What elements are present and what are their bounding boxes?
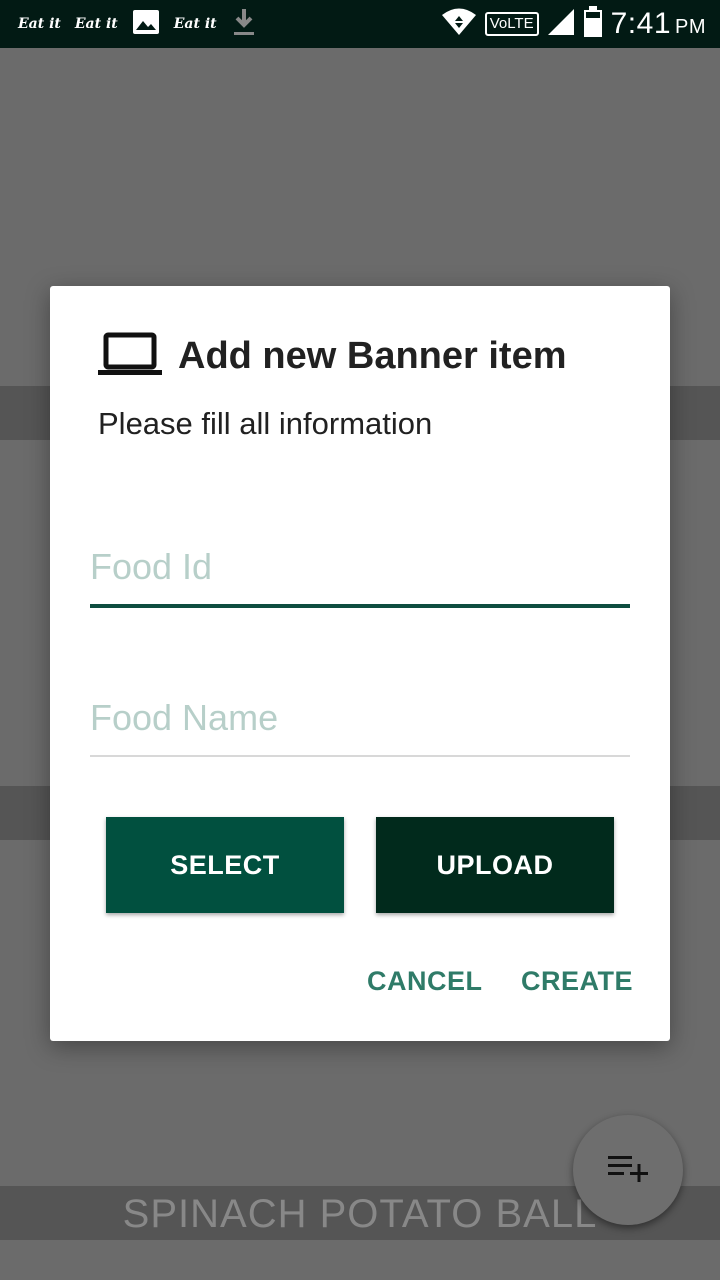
signal-icon: [547, 8, 575, 41]
download-icon: [231, 7, 257, 42]
playlist-add-icon: [606, 1152, 650, 1189]
eatit-notification-icon: Eat it: [173, 16, 217, 32]
clock: 7:41 PM: [611, 7, 706, 41]
system-icons: VoLTE 7:41 PM: [441, 0, 706, 48]
cancel-button[interactable]: CANCEL: [367, 966, 483, 997]
battery-icon: [583, 5, 603, 43]
clock-time: 7:41: [610, 7, 671, 40]
eatit-notification-icon: Eat it: [18, 16, 61, 32]
food-name-field: [90, 693, 630, 757]
status-bar: Eat it Eat it Eat it VoLTE 7:41 PM: [0, 0, 720, 48]
laptop-icon: [98, 332, 162, 381]
food-name-underline: [90, 755, 630, 757]
create-button[interactable]: CREATE: [521, 966, 633, 997]
eatit-notification-icon: Eat it: [74, 16, 118, 32]
dialog-title: Add new Banner item: [178, 335, 567, 377]
food-id-input[interactable]: [90, 542, 630, 592]
add-banner-dialog: Add new Banner item Please fill all info…: [50, 286, 670, 1041]
clock-ampm: PM: [675, 16, 706, 38]
select-button[interactable]: SELECT: [106, 817, 344, 913]
notification-icons: Eat it Eat it Eat it: [18, 0, 257, 48]
add-banner-fab[interactable]: [573, 1115, 683, 1225]
image-icon: [132, 9, 160, 40]
food-id-underline: [90, 604, 630, 608]
dialog-header: Add new Banner item: [98, 332, 567, 381]
food-name-input[interactable]: [90, 693, 630, 743]
dialog-message: Please fill all information: [98, 406, 433, 441]
volte-badge: VoLTE: [484, 12, 539, 36]
upload-button[interactable]: UPLOAD: [376, 817, 614, 913]
food-id-field: [90, 542, 630, 608]
wifi-icon: [441, 8, 477, 41]
